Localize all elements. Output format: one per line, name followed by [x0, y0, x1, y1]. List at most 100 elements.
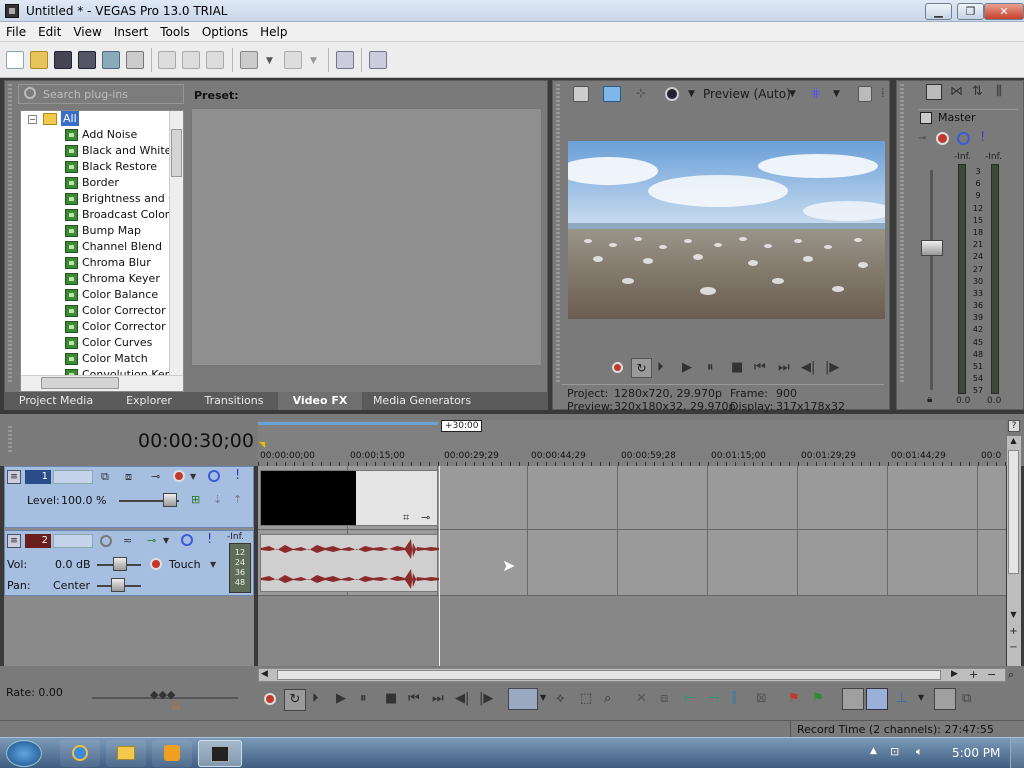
- zoom-edit-tool-icon[interactable]: ⌕: [604, 691, 611, 706]
- track-down-icon[interactable]: ⇣: [213, 493, 222, 506]
- pause-icon[interactable]: ⏸: [360, 691, 367, 706]
- menu-file[interactable]: File: [0, 22, 32, 39]
- automation-gear-icon[interactable]: [150, 558, 162, 570]
- next-frame-icon[interactable]: |▶: [479, 691, 493, 706]
- search-plugins-input[interactable]: Search plug-ins: [18, 84, 184, 104]
- tree-item[interactable]: Bump Map: [65, 223, 141, 239]
- tab-transitions[interactable]: Transitions: [190, 392, 278, 410]
- event-pan-crop-icon[interactable]: ⌗: [403, 511, 409, 525]
- scrollbar-thumb[interactable]: [277, 670, 941, 680]
- preview-properties-icon[interactable]: [573, 86, 589, 102]
- go-to-end-icon[interactable]: ⏭: [432, 691, 444, 706]
- split-icon[interactable]: ⫿: [732, 691, 736, 706]
- zoom-tool-icon[interactable]: ⌕: [1008, 668, 1014, 682]
- overlays-icon[interactable]: ⋕: [810, 86, 821, 101]
- video-clip[interactable]: ⌗ ⊸: [260, 470, 438, 526]
- tree-item[interactable]: Border: [65, 175, 119, 191]
- fx-gear-icon[interactable]: [936, 132, 949, 145]
- normal-edit-tool-icon[interactable]: [508, 688, 538, 710]
- copy-snapshot-icon[interactable]: [858, 86, 872, 102]
- pane-grip[interactable]: [8, 84, 12, 384]
- chevron-down-icon[interactable]: ▼: [833, 89, 840, 99]
- vegas-app-icon[interactable]: [5, 4, 19, 18]
- scrollbar-thumb[interactable]: [41, 377, 119, 389]
- show-hidden-icons-icon[interactable]: ▲: [870, 746, 877, 756]
- scroll-up-icon[interactable]: ▲: [1008, 436, 1019, 448]
- file-explorer-icon[interactable]: [106, 740, 146, 767]
- track-up-icon[interactable]: ⇡: [233, 493, 242, 506]
- insert-region-icon[interactable]: ⚑: [812, 691, 824, 706]
- loop-playback-icon[interactable]: ↻: [284, 689, 306, 711]
- tree-item[interactable]: Color Match: [65, 351, 148, 367]
- save-icon[interactable]: [54, 51, 72, 69]
- selection-tool-icon[interactable]: ⬚: [580, 691, 592, 706]
- preview-quality-icon[interactable]: [665, 87, 679, 101]
- solo-icon[interactable]: !: [235, 468, 240, 483]
- collapse-icon[interactable]: −: [28, 115, 37, 124]
- play-icon[interactable]: ▶: [682, 360, 692, 375]
- playback-cursor[interactable]: [439, 466, 440, 666]
- chevron-down-icon[interactable]: ▼: [789, 89, 796, 99]
- close-button[interactable]: ✕: [984, 3, 1024, 20]
- lock-envelopes-icon[interactable]: [934, 688, 956, 710]
- enable-snapping-icon[interactable]: [336, 51, 354, 69]
- automation-mode-dropdown[interactable]: Touch: [169, 558, 201, 571]
- tab-video-fx[interactable]: Video FX: [278, 392, 362, 410]
- copy-icon[interactable]: [182, 51, 200, 69]
- tree-item[interactable]: Color Balance: [65, 287, 158, 303]
- zoom-out-icon[interactable]: −: [1008, 642, 1019, 654]
- paste-icon[interactable]: [206, 51, 224, 69]
- loop-region-bar[interactable]: [258, 422, 438, 425]
- level-slider[interactable]: [163, 493, 177, 507]
- more-icon[interactable]: ⁞: [881, 86, 885, 100]
- tree-item[interactable]: Color Curves: [65, 335, 152, 351]
- timeline-menu-icon[interactable]: ?: [1008, 420, 1020, 432]
- lock-event-icon[interactable]: ⊠: [756, 691, 767, 706]
- chevron-down-icon[interactable]: ▼: [210, 560, 216, 569]
- pane-grip[interactable]: [8, 426, 12, 454]
- mixer-properties-icon[interactable]: [926, 84, 942, 100]
- trim-icon[interactable]: ⧈: [660, 691, 668, 706]
- track-name-field[interactable]: [53, 534, 93, 548]
- bus-fx-icon[interactable]: ⊸: [918, 133, 926, 144]
- scroll-down-icon[interactable]: ▼: [1008, 610, 1019, 622]
- tree-item[interactable]: Black and White: [65, 143, 171, 159]
- record-icon[interactable]: [264, 693, 276, 705]
- track-envelope-icon[interactable]: ≂: [123, 534, 132, 547]
- render-as-icon[interactable]: [102, 51, 120, 69]
- tree-item[interactable]: Broadcast Colors: [65, 207, 175, 223]
- go-to-start-icon[interactable]: ⏮: [408, 691, 420, 706]
- tab-project-media[interactable]: Project Media: [4, 392, 108, 410]
- audio-track-header[interactable]: ≡ 2 ≂ ⊸ ▼ ! -Inf. 12 24 36 48 Vol: 0.0 dB T…: [4, 530, 254, 596]
- mute-icon[interactable]: [181, 534, 193, 546]
- audio-clip[interactable]: [260, 534, 439, 592]
- open-folder-icon[interactable]: [30, 51, 48, 69]
- go-to-end-icon[interactable]: ⏭: [778, 360, 790, 375]
- menu-options[interactable]: Options: [196, 22, 254, 39]
- play-from-start-icon[interactable]: ⏵: [657, 360, 664, 375]
- record-icon[interactable]: [612, 362, 623, 373]
- track-motion-icon[interactable]: ⊸: [151, 470, 160, 483]
- timeline-vertical-scrollbar[interactable]: ▲ ▼ + −: [1007, 436, 1021, 666]
- undo-dropdown-chevron-icon[interactable]: ▼: [266, 56, 273, 66]
- video-track-header[interactable]: ≡ 1 ⧉ ⧈ ⊸ ▼ ! Level: 100.0 % ⊞ ⇣ ⇡: [4, 466, 254, 528]
- automation-mode-icon[interactable]: [866, 688, 888, 710]
- trim-start-icon[interactable]: ⊢: [684, 691, 695, 706]
- menu-help[interactable]: Help: [254, 22, 293, 39]
- track-fx-chain-icon[interactable]: ⊸: [147, 534, 156, 547]
- menu-tools[interactable]: Tools: [154, 22, 196, 39]
- dim-output-icon[interactable]: ⇅: [972, 84, 983, 99]
- menu-view[interactable]: View: [67, 22, 107, 39]
- pause-icon[interactable]: ⏸: [707, 360, 714, 375]
- volume-slider[interactable]: [113, 557, 127, 571]
- lock-icon[interactable]: 🔒︎: [927, 394, 932, 405]
- media-player-icon[interactable]: [152, 740, 192, 767]
- scrollbar-thumb[interactable]: [1008, 450, 1019, 574]
- scroll-left-icon[interactable]: ◀: [261, 669, 268, 679]
- zoom-out-time-icon[interactable]: −: [987, 668, 996, 681]
- solo-icon[interactable]: !: [207, 532, 212, 547]
- timeline-horizontal-scrollbar[interactable]: ◀ ▶ + −: [258, 668, 1006, 682]
- loop-playback-icon[interactable]: ↻: [631, 358, 652, 378]
- tree-item[interactable]: Black Restore: [65, 159, 157, 175]
- stop-icon[interactable]: ■: [731, 360, 743, 375]
